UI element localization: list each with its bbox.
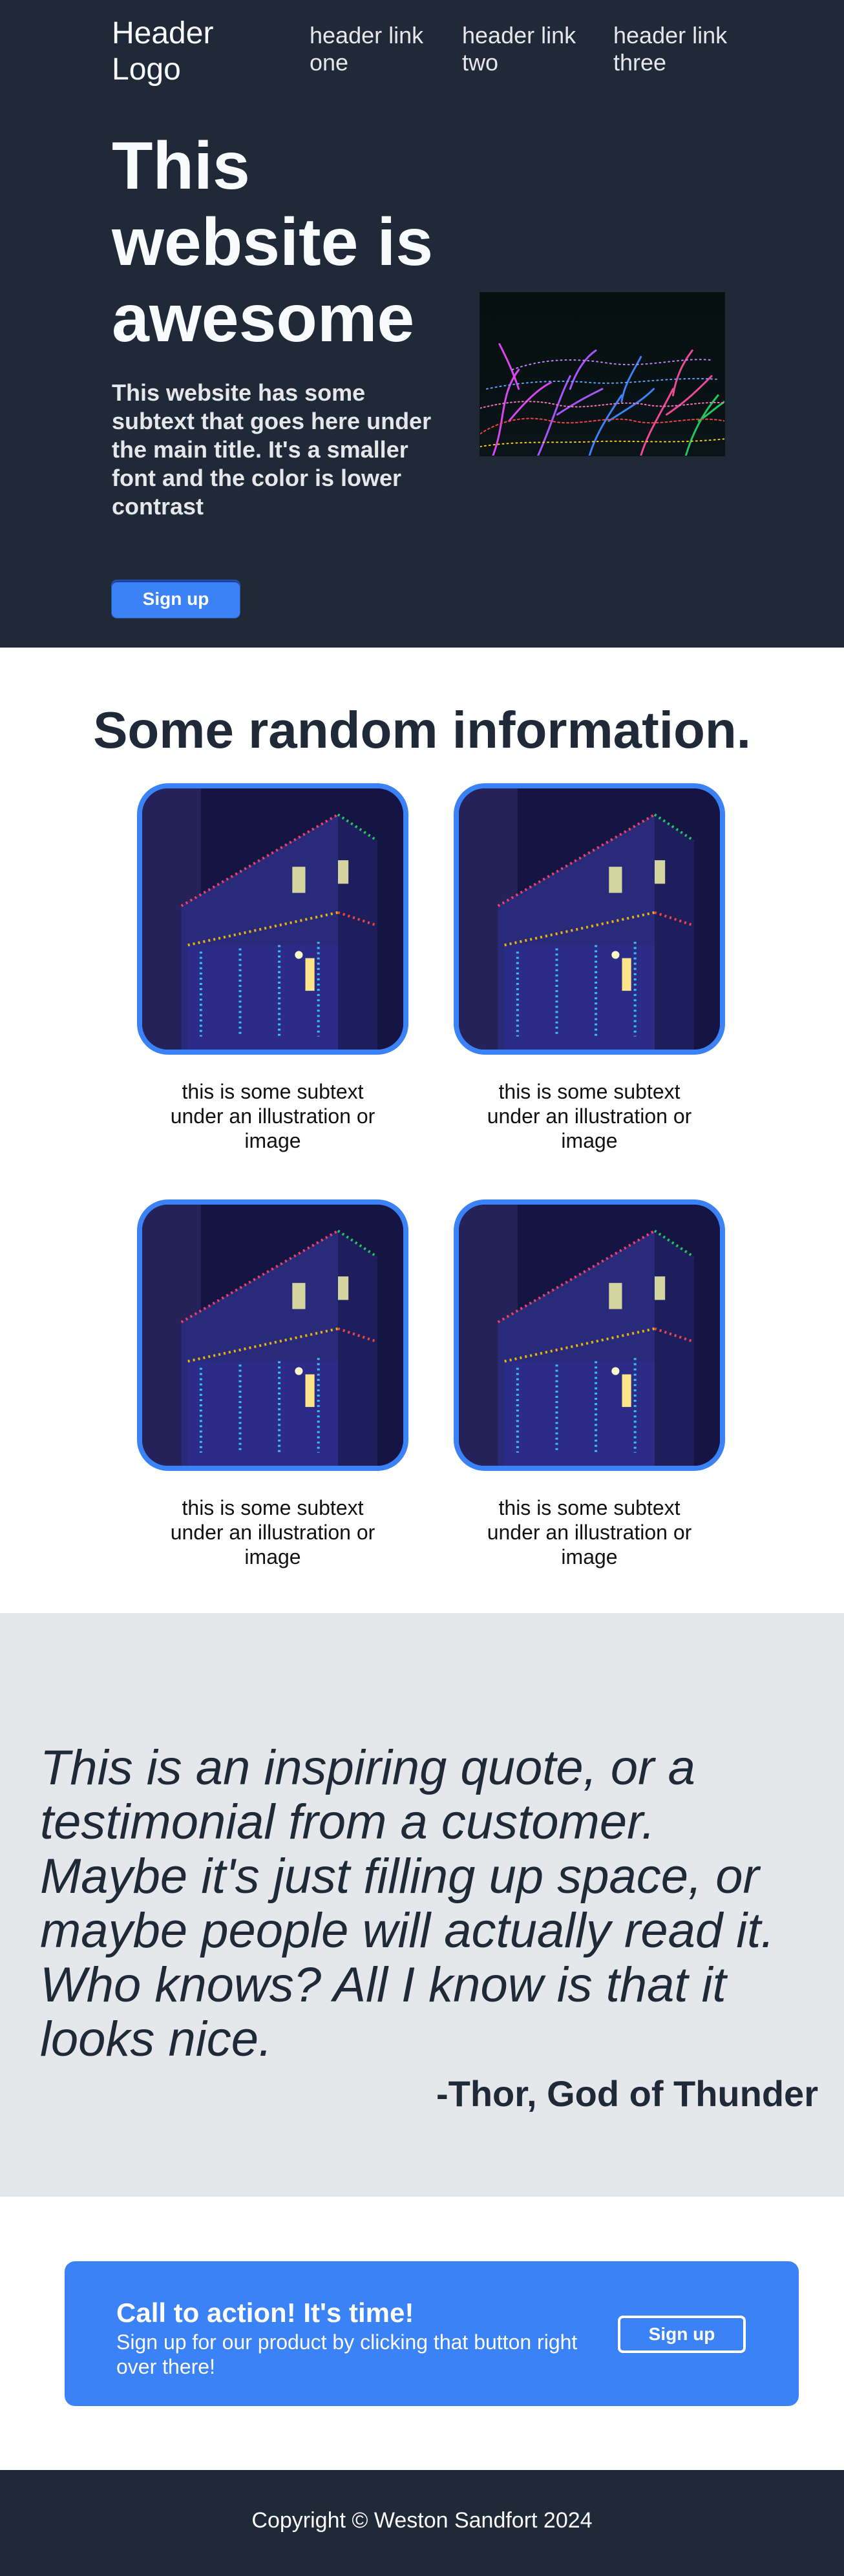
lights-in-trees-photo-icon — [480, 293, 724, 456]
cta-signup-button[interactable]: Sign up — [618, 2316, 746, 2353]
hero-section: Header Logo header link one header link … — [0, 0, 844, 648]
card-image — [454, 783, 725, 1055]
info-card: this is some subtext under an illustrati… — [454, 783, 725, 1153]
header-link-three[interactable]: header link three — [613, 22, 743, 76]
hero-signup-button[interactable]: Sign up — [112, 580, 240, 618]
card-image — [137, 783, 408, 1055]
footer-copyright: Copyright © Weston Sandfort 2024 — [251, 2508, 593, 2533]
info-card: this is some subtext under an illustrati… — [454, 1199, 725, 1569]
quote-author: -Thor, God of Thunder — [436, 2073, 818, 2114]
card-image — [137, 1199, 408, 1471]
quote-section: This is an inspiring quote, or a testimo… — [0, 1613, 844, 2197]
header-logo[interactable]: Header Logo — [112, 16, 254, 88]
info-title: Some random information. — [93, 701, 751, 759]
cta-title: Call to action! It's time! — [116, 2297, 414, 2328]
site-footer: Copyright © Weston Sandfort 2024 — [0, 2470, 844, 2576]
card-caption: this is some subtext under an illustrati… — [487, 1496, 692, 1568]
header-nav: header link one header link two header l… — [310, 22, 736, 87]
card-caption: this is some subtext under an illustrati… — [487, 1080, 692, 1152]
hero-title: This website is awesome — [112, 129, 434, 356]
cta-subtitle: Sign up for our product by clicking that… — [116, 2330, 578, 2378]
header-link-two[interactable]: header link two — [462, 22, 591, 76]
card-caption: this is some subtext under an illustrati… — [170, 1080, 375, 1152]
site-header: Header Logo header link one header link … — [112, 16, 732, 93]
decorated-house-photo-icon — [459, 1205, 720, 1466]
hero-subtitle: This website has some subtext that goes … — [112, 379, 432, 520]
info-card: this is some subtext under an illustrati… — [137, 783, 408, 1153]
info-card: this is some subtext under an illustrati… — [137, 1199, 408, 1569]
cta-section: Call to action! It's time! Sign up for o… — [0, 2197, 844, 2470]
card-image — [454, 1199, 725, 1471]
header-link-one[interactable]: header link one — [310, 22, 439, 76]
cta-box: Call to action! It's time! Sign up for o… — [65, 2261, 799, 2406]
card-caption: this is some subtext under an illustrati… — [170, 1496, 375, 1568]
decorated-house-photo-icon — [459, 788, 720, 1050]
testimonial-quote: This is an inspiring quote, or a testimo… — [40, 1740, 775, 2067]
info-section: Some random information. this is some su… — [0, 648, 844, 1613]
hero-image — [480, 292, 725, 456]
decorated-house-photo-icon — [142, 788, 403, 1050]
decorated-house-photo-icon — [142, 1205, 403, 1466]
